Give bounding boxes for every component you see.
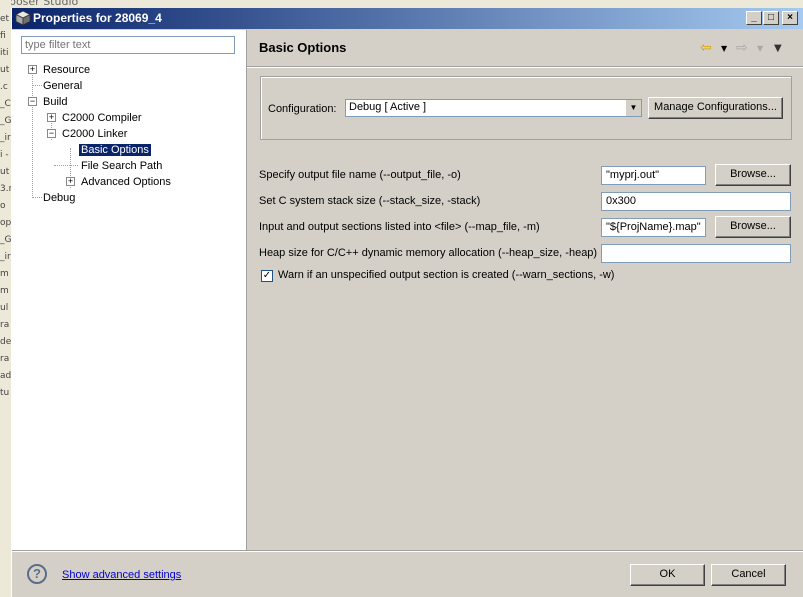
background-ide-text: ut — [0, 167, 10, 177]
background-ide-text: _G — [0, 235, 11, 245]
tree-item-debug[interactable]: Debug — [43, 191, 75, 205]
output-file-label: Specify output file name (--output_file,… — [259, 169, 461, 181]
warn-sections-checkbox[interactable]: ✓ — [261, 270, 273, 282]
expand-plus-icon[interactable]: + — [47, 113, 56, 122]
output-file-field[interactable]: "myprj.out" — [601, 166, 706, 185]
background-ide-text: i - — [0, 150, 9, 160]
background-ide-text: tu — [0, 388, 10, 398]
tree-label: Debug — [43, 192, 76, 204]
header-separator — [247, 66, 803, 68]
background-ide-text: iti — [0, 48, 9, 58]
page-title: Basic Options — [259, 40, 347, 55]
forward-history-dropdown-icon[interactable]: ▼ — [757, 44, 763, 53]
background-ide-text: 3.r — [0, 184, 11, 194]
show-advanced-settings-link[interactable]: Show advanced settings — [62, 569, 181, 581]
collapse-minus-icon[interactable]: − — [28, 97, 37, 106]
configuration-group: Configuration: Debug [ Active ] ▼ Manage… — [260, 76, 792, 140]
filter-input[interactable] — [21, 36, 235, 54]
tree-label: File Search Path — [81, 160, 163, 172]
background-ide-text: ut — [0, 65, 10, 75]
map-file-label: Input and output sections listed into <f… — [259, 221, 540, 233]
background-ide-titlebar: nposer Studio — [0, 0, 803, 8]
heap-size-label: Heap size for C/C++ dynamic memory alloc… — [259, 247, 598, 259]
background-ide-text: .c — [0, 82, 8, 92]
tree-label: C2000 Compiler — [62, 112, 142, 124]
tree-guide-line — [54, 165, 78, 166]
expand-plus-icon[interactable]: + — [28, 65, 37, 74]
tree-item-file-search-path[interactable]: File Search Path — [81, 159, 162, 173]
background-ide-text: ra — [0, 354, 10, 364]
background-ide-text: op — [0, 218, 11, 228]
warn-sections-label: Warn if an unspecified output section is… — [278, 269, 615, 281]
forward-arrow-icon[interactable]: ⇨ — [736, 40, 748, 56]
stack-size-field[interactable]: 0x300 — [601, 192, 791, 211]
background-ide-text: o — [0, 201, 6, 211]
output-file-browse-button[interactable]: Browse... — [715, 164, 791, 186]
heap-size-field[interactable] — [601, 244, 791, 263]
properties-dialog: Properties for 28069_4 _ □ × + Resource … — [11, 8, 803, 597]
options-pane: Basic Options ⇦ ▼ ⇨ ▼ ▼ Configuration: D… — [247, 30, 803, 550]
background-ide-text: _G — [0, 116, 11, 126]
chevron-down-icon[interactable]: ▼ — [625, 100, 641, 116]
background-ide-panel: et fi iti ut .c _C _G _ir i - ut 3.r o op _G _ir m m ul ra… — [0, 0, 11, 597]
configuration-select[interactable]: Debug [ Active ] ▼ — [345, 99, 642, 117]
background-ide-text: m — [0, 269, 9, 279]
background-ide-text: _ir — [0, 133, 11, 143]
cancel-button[interactable]: Cancel — [711, 564, 786, 586]
background-ide-text: _C — [0, 99, 11, 109]
minimize-button[interactable]: _ — [746, 11, 762, 25]
background-ide-text: et — [0, 14, 10, 24]
background-ide-text: ra — [0, 320, 10, 330]
back-arrow-icon[interactable]: ⇦ — [700, 40, 712, 56]
tree-guide-line — [32, 68, 33, 198]
background-ide-text: _ir — [0, 252, 11, 262]
title-bar[interactable]: Properties for 28069_4 _ □ × — [12, 8, 803, 29]
maximize-button[interactable]: □ — [763, 11, 779, 25]
tree-label: Build — [43, 96, 68, 108]
background-ide-text: fi — [0, 31, 6, 41]
ok-button[interactable]: OK — [630, 564, 705, 586]
tree-guide-line — [32, 85, 42, 86]
tree-label: Resource — [43, 64, 91, 76]
background-ide-text: ad — [0, 371, 11, 381]
tree-item-general[interactable]: General — [43, 79, 82, 93]
tree-label: Advanced Options — [81, 176, 171, 188]
tree-label: General — [43, 80, 83, 92]
expand-plus-icon[interactable]: + — [66, 177, 75, 186]
footer-separator — [12, 550, 803, 552]
collapse-minus-icon[interactable]: − — [47, 129, 56, 138]
tree-item-basic-options[interactable]: Basic Options — [79, 143, 151, 157]
map-file-browse-button[interactable]: Browse... — [715, 216, 791, 238]
project-cube-icon — [15, 10, 31, 26]
close-button[interactable]: × — [782, 11, 798, 25]
window-title: Properties for 28069_4 — [33, 11, 162, 25]
stack-size-label: Set C system stack size (--stack_size, -… — [259, 195, 481, 207]
configuration-value: Debug [ Active ] — [349, 101, 427, 113]
help-icon[interactable]: ? — [27, 564, 47, 584]
view-menu-icon[interactable]: ▼ — [774, 43, 782, 54]
tree-guide-line — [32, 197, 42, 198]
background-ide-title: nposer Studio — [2, 0, 79, 8]
configuration-label: Configuration: — [268, 103, 337, 115]
back-history-dropdown-icon[interactable]: ▼ — [721, 44, 727, 53]
tree-label-selected: Basic Options — [79, 144, 151, 156]
property-tree-pane: + Resource General − Build + C2000 Compi… — [12, 30, 247, 550]
background-ide-text: m — [0, 286, 9, 296]
background-ide-text: ul — [0, 303, 9, 313]
tree-label: C2000 Linker — [62, 128, 128, 140]
background-ide-text: de — [0, 337, 11, 347]
map-file-field[interactable]: "${ProjName}.map" — [601, 218, 706, 237]
manage-configurations-button[interactable]: Manage Configurations... — [648, 97, 783, 119]
